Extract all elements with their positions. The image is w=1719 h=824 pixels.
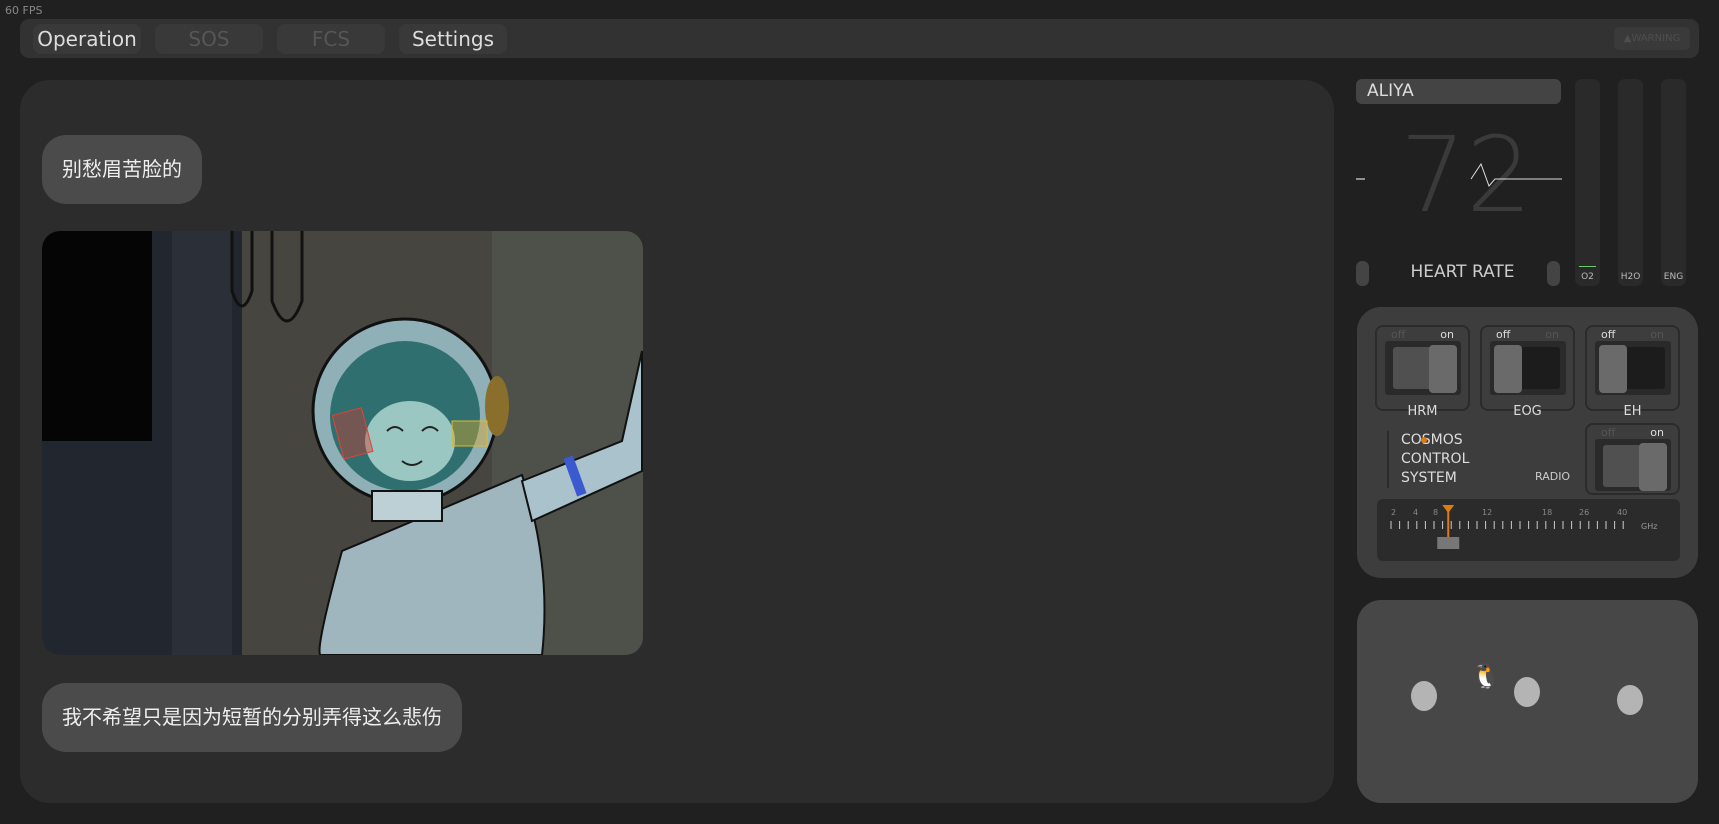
- switch-radio[interactable]: off on: [1585, 423, 1680, 495]
- tuner-slider-handle: [1437, 537, 1460, 549]
- mascot-sprite-icon: 🐧: [1471, 662, 1501, 690]
- chat-message: 我不希望只是因为短暂的分别弄得这么悲伤: [42, 683, 462, 752]
- tuner-scale: 2 4 8 12 18 26 40 GHz: [1390, 505, 1657, 549]
- chat-panel: 别愁眉苦脸的 我不希望只是因为短暂的分别弄得这么悲伤: [20, 80, 1334, 803]
- system-name-line: SYSTEM: [1401, 470, 1457, 486]
- radio-label: RADIO: [1535, 470, 1571, 483]
- touch-pad[interactable]: 🐧: [1357, 600, 1698, 803]
- fps-counter: 60 FPS: [5, 4, 43, 17]
- tab-sos[interactable]: SOS: [155, 24, 263, 54]
- switch-hrm[interactable]: off on HRM: [1375, 325, 1470, 419]
- tuner-tick-label: 18: [1542, 508, 1552, 517]
- on-label: on: [1650, 328, 1664, 341]
- crew-name: ALIYA: [1356, 79, 1561, 104]
- system-name-line: COSMOS: [1401, 432, 1463, 448]
- switch-eh[interactable]: off on EH: [1585, 325, 1680, 419]
- tab-operation[interactable]: Operation: [33, 24, 141, 54]
- pad-dot[interactable]: [1411, 681, 1437, 711]
- control-panel: off on HRM off on EOG off on EH COSMOS C…: [1357, 307, 1698, 578]
- tuner-needle-head-icon: [1442, 505, 1455, 513]
- switch-label: EH: [1623, 404, 1642, 419]
- tuner-tick-label: 40: [1617, 508, 1627, 517]
- chat-message: 别愁眉苦脸的: [42, 135, 202, 204]
- on-label: on: [1650, 426, 1664, 439]
- tuner-tick-label: 12: [1482, 508, 1492, 517]
- tuner-tick-label: 8: [1433, 508, 1438, 517]
- switch-knob[interactable]: [1599, 345, 1627, 393]
- heart-rate-indicator-left: [1356, 261, 1369, 286]
- tab-fcs[interactable]: FCS: [277, 24, 385, 54]
- system-name: COSMOS CONTROL SYSTEM: [1387, 431, 1469, 488]
- tuner-tick-label: 2: [1391, 508, 1396, 517]
- off-label: off: [1391, 328, 1406, 341]
- tab-settings[interactable]: Settings: [399, 24, 507, 54]
- on-label: on: [1440, 328, 1454, 341]
- pad-dot[interactable]: [1514, 677, 1540, 707]
- on-label: on: [1545, 328, 1559, 341]
- heart-rate-label: HEART RATE: [1410, 262, 1515, 282]
- top-nav-bar: Operation SOS FCS Settings ▲WARNING: [20, 19, 1699, 58]
- off-label: off: [1496, 328, 1511, 341]
- switch-knob[interactable]: [1494, 345, 1522, 393]
- gauge-h2o: H2O: [1618, 79, 1643, 286]
- switch-knob[interactable]: [1639, 443, 1667, 491]
- switch-label: HRM: [1407, 404, 1438, 419]
- heart-rate-indicator-right: [1547, 261, 1560, 286]
- status-led-icon: [1421, 437, 1427, 443]
- warning-label: WARNING: [1631, 33, 1681, 44]
- chat-image: [42, 231, 643, 655]
- gauge-label: O2: [1581, 272, 1594, 282]
- switch-eog[interactable]: off on EOG: [1480, 325, 1575, 419]
- gauge-o2: O2: [1575, 79, 1600, 286]
- gauge-label: H2O: [1620, 272, 1641, 282]
- gauge-eng: ENG: [1661, 79, 1686, 286]
- warning-button[interactable]: ▲WARNING: [1614, 27, 1690, 50]
- gauge-label: ENG: [1663, 272, 1684, 282]
- off-label: off: [1601, 328, 1616, 341]
- switch-knob[interactable]: [1429, 345, 1457, 393]
- off-label: off: [1601, 426, 1616, 439]
- tuner-tick-label: 26: [1579, 508, 1589, 517]
- ecg-line-icon: [1356, 162, 1562, 187]
- pad-dot[interactable]: [1617, 685, 1643, 715]
- radio-tuner[interactable]: 2 4 8 12 18 26 40 GHz: [1377, 499, 1680, 561]
- system-name-line: CONTROL: [1401, 451, 1470, 467]
- switch-label: EOG: [1513, 404, 1542, 419]
- tuner-unit: GHz: [1641, 522, 1657, 531]
- tuner-tick-label: 4: [1413, 508, 1418, 517]
